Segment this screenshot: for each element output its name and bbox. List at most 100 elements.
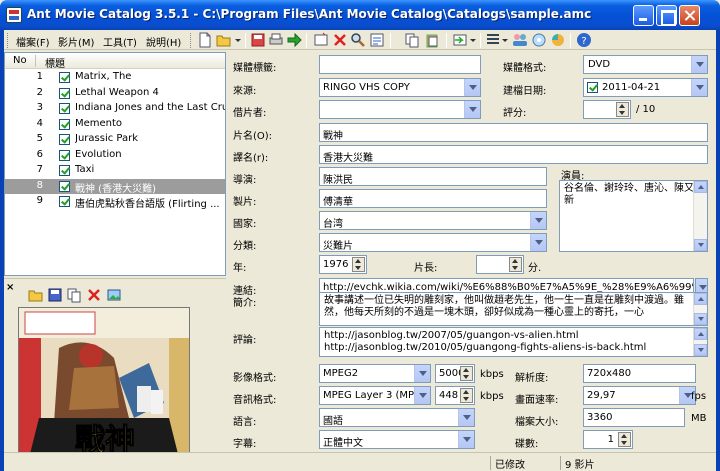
movie-list-row[interactable]: 9 唐伯虎點秋香台語版 (Flirting ...: [5, 194, 225, 209]
movie-list-row[interactable]: 7 Taxi: [5, 163, 225, 178]
menu-help[interactable]: 說明(H): [144, 32, 183, 49]
maximize-button[interactable]: [656, 5, 677, 26]
scroll-down-icon[interactable]: [694, 239, 707, 251]
media-type-select[interactable]: DVD: [583, 55, 708, 74]
audio-bitrate-input[interactable]: 448: [435, 386, 475, 405]
audio-format-select[interactable]: MPEG Layer 3 (MP3): [319, 386, 431, 405]
dropdown-arrow-icon[interactable]: [501, 32, 509, 48]
save-icon[interactable]: [250, 32, 266, 48]
close-button[interactable]: [679, 5, 700, 26]
movie-list-row[interactable]: 4 Memento: [5, 117, 225, 132]
row-checkbox[interactable]: [59, 72, 70, 83]
app-icon[interactable]: [6, 7, 22, 23]
chevron-down-icon[interactable]: [691, 79, 707, 96]
movie-list-row[interactable]: 6 Evolution: [5, 148, 225, 163]
comments-scrollbar[interactable]: [693, 328, 707, 356]
save-picture-icon[interactable]: [47, 287, 63, 303]
movie-poster[interactable]: 戰神: [18, 307, 190, 463]
scroll-down-icon[interactable]: [694, 344, 707, 356]
rating-input[interactable]: [583, 100, 631, 119]
close-panel-icon[interactable]: ×: [6, 282, 14, 293]
chevron-down-icon[interactable]: [458, 409, 474, 426]
picture-view-icon[interactable]: [106, 287, 122, 303]
minimize-button[interactable]: [633, 5, 654, 26]
movie-list-row[interactable]: 8 戰神 (香港大災難): [5, 178, 225, 194]
video-bitrate-input[interactable]: 5000: [435, 364, 475, 383]
row-checkbox[interactable]: [59, 180, 70, 192]
actors-textarea[interactable]: 谷名倫、謝玲玲、唐沁、陳又新: [559, 180, 708, 252]
discs-spinner-icon[interactable]: [618, 432, 631, 447]
year-input[interactable]: 1976: [319, 255, 367, 274]
users-icon[interactable]: [512, 32, 528, 48]
search-icon[interactable]: [350, 32, 366, 48]
import-icon[interactable]: [452, 32, 468, 48]
row-checkbox[interactable]: [59, 87, 70, 99]
disc-icon[interactable]: [531, 32, 547, 48]
row-checkbox[interactable]: [59, 165, 70, 176]
copy-icon[interactable]: [404, 32, 420, 48]
chevron-down-icon[interactable]: [458, 431, 474, 448]
dropdown-arrow-icon[interactable]: [234, 32, 242, 48]
description-textarea[interactable]: 故事講述一位已失明的雕刻家，他叫做趙老先生，他一生一直是在雕刻中渡過。雖然，他每…: [319, 292, 708, 326]
row-checkbox[interactable]: [59, 118, 70, 130]
chevron-down-icon[interactable]: [464, 79, 480, 96]
director-input[interactable]: 陳洪民: [319, 167, 547, 186]
resolution-input[interactable]: 720x480: [583, 364, 696, 383]
country-select[interactable]: 台湾: [319, 211, 547, 230]
chevron-down-icon[interactable]: [414, 387, 430, 404]
stats-icon[interactable]: [550, 32, 566, 48]
delete-icon[interactable]: [332, 32, 348, 48]
movie-list-row[interactable]: 5 Jurassic Park: [5, 132, 225, 147]
video-format-select[interactable]: MPEG2: [319, 364, 431, 383]
delete-picture-icon[interactable]: [86, 287, 102, 303]
framerate-select[interactable]: 29,97: [583, 386, 696, 405]
menu-file[interactable]: 檔案(F): [14, 32, 52, 49]
help-icon[interactable]: ?: [576, 32, 592, 48]
row-checkbox[interactable]: [59, 103, 70, 114]
producer-input[interactable]: 傅清華: [319, 189, 547, 208]
video-bitrate-spinner-icon[interactable]: [460, 366, 473, 381]
menu-tools[interactable]: 工具(T): [101, 32, 139, 49]
date-added-picker[interactable]: 2011-04-21: [583, 78, 708, 97]
subtitles-select[interactable]: 正體中文: [319, 430, 475, 449]
discs-input[interactable]: 1: [583, 430, 633, 449]
movie-list[interactable]: No 標題 1 Matrix, The 2 Lethal Weapon 4 3 India…: [4, 52, 226, 276]
row-checkbox[interactable]: [59, 196, 70, 207]
menu-movie[interactable]: 影片(M): [56, 32, 96, 49]
movie-list-row[interactable]: 2 Lethal Weapon 4: [5, 86, 225, 101]
new-file-icon[interactable]: [197, 32, 213, 48]
chevron-down-icon[interactable]: [414, 365, 430, 382]
chevron-down-icon[interactable]: [691, 56, 707, 73]
category-select[interactable]: 災難片: [319, 233, 547, 252]
open-folder-icon[interactable]: [216, 32, 232, 48]
dropdown-arrow-icon[interactable]: [469, 32, 477, 48]
media-label-input[interactable]: [319, 55, 481, 74]
description-scrollbar[interactable]: [693, 293, 707, 325]
length-spinner-icon[interactable]: [509, 257, 522, 272]
scroll-up-icon[interactable]: [694, 181, 707, 193]
chevron-down-icon[interactable]: [530, 212, 546, 229]
print-icon[interactable]: [268, 32, 284, 48]
date-enabled-checkbox[interactable]: [587, 82, 598, 93]
scroll-up-icon[interactable]: [694, 293, 707, 305]
column-header-title[interactable]: 標題: [45, 55, 65, 70]
filesize-input[interactable]: 3360: [583, 408, 685, 427]
translated-title-input[interactable]: 香港大災難: [319, 145, 708, 164]
movie-list-row[interactable]: 3 Indiana Jones and the Last Crus...: [5, 101, 225, 116]
movie-list-row[interactable]: 1 Matrix, The: [5, 70, 225, 85]
scroll-down-icon[interactable]: [694, 313, 707, 325]
copy-picture-icon[interactable]: [66, 287, 82, 303]
scroll-up-icon[interactable]: [694, 328, 707, 340]
year-spinner-icon[interactable]: [352, 257, 365, 272]
toolbar-grip[interactable]: [190, 33, 193, 48]
source-select[interactable]: RINGO VHS COPY: [319, 78, 481, 97]
new-movie-icon[interactable]: [313, 32, 329, 48]
languages-select[interactable]: 國語: [319, 408, 475, 427]
properties-icon[interactable]: [369, 32, 385, 48]
row-checkbox[interactable]: [59, 149, 70, 161]
actors-scrollbar[interactable]: [693, 181, 707, 251]
paste-icon[interactable]: [424, 32, 440, 48]
chevron-down-icon[interactable]: [464, 101, 480, 118]
length-input[interactable]: [476, 255, 524, 274]
original-title-input[interactable]: 戰神: [319, 123, 708, 142]
